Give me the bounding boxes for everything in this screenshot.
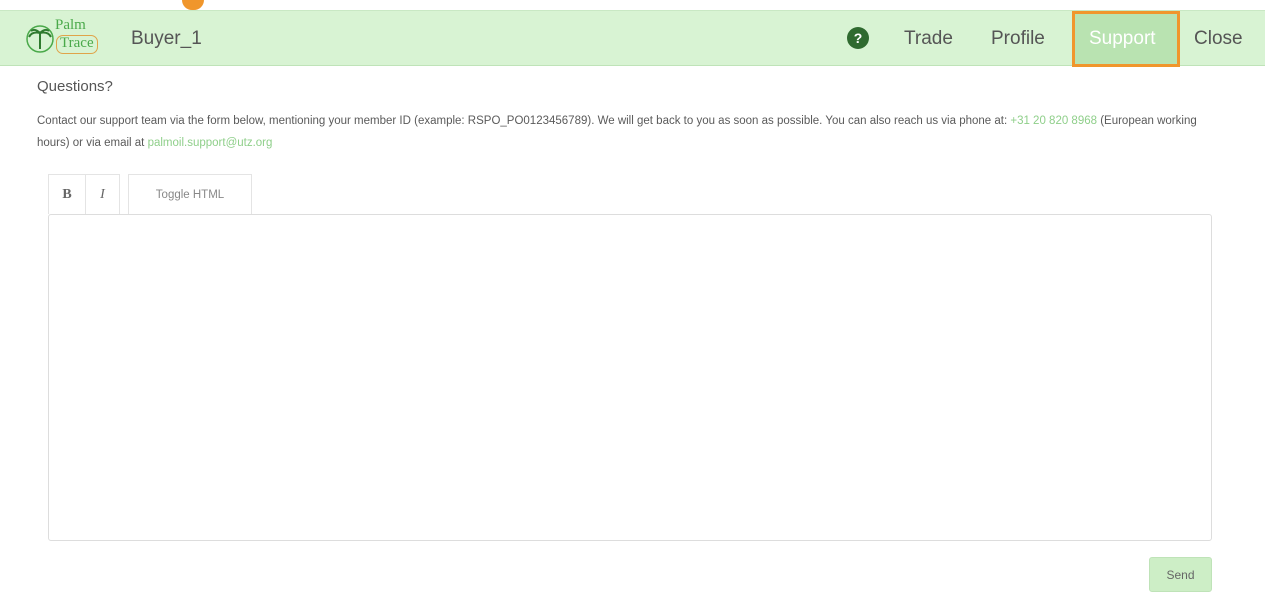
editor-toolbar: B I Toggle HTML [48, 174, 252, 214]
nav-support-label: Support [1089, 28, 1156, 49]
nav-profile[interactable]: Profile [991, 28, 1045, 50]
support-intro-text: Contact our support team via the form be… [37, 110, 1227, 154]
nav-close[interactable]: Close [1194, 28, 1243, 50]
navbar: Palm Trace Buyer_1 ? Trade Profile Suppo… [0, 10, 1265, 67]
toggle-html-button[interactable]: Toggle HTML [128, 174, 252, 214]
palmtrace-logo[interactable]: Palm Trace [26, 15, 114, 63]
phone-link[interactable]: +31 20 820 8968 [1010, 115, 1097, 127]
nav-trade[interactable]: Trade [904, 28, 953, 50]
question-circle-icon[interactable]: ? [847, 27, 869, 49]
italic-button[interactable]: I [86, 174, 120, 214]
logo-text-trace: Trace [56, 35, 98, 54]
nav-support[interactable]: Support [1072, 11, 1180, 67]
highlight-fragment [182, 0, 204, 10]
logo-text-palm: Palm [55, 17, 86, 33]
page: Palm Trace Buyer_1 ? Trade Profile Suppo… [0, 0, 1265, 592]
email-link[interactable]: palmoil.support@utz.org [148, 137, 273, 149]
user-name: Buyer_1 [131, 28, 202, 49]
palm-tree-icon [26, 25, 54, 53]
bold-button[interactable]: B [48, 174, 86, 214]
intro-text-part1: Contact our support team via the form be… [37, 115, 1011, 127]
send-button[interactable]: Send [1149, 557, 1212, 592]
page-title: Questions? [37, 78, 113, 95]
message-editor[interactable] [48, 214, 1212, 541]
